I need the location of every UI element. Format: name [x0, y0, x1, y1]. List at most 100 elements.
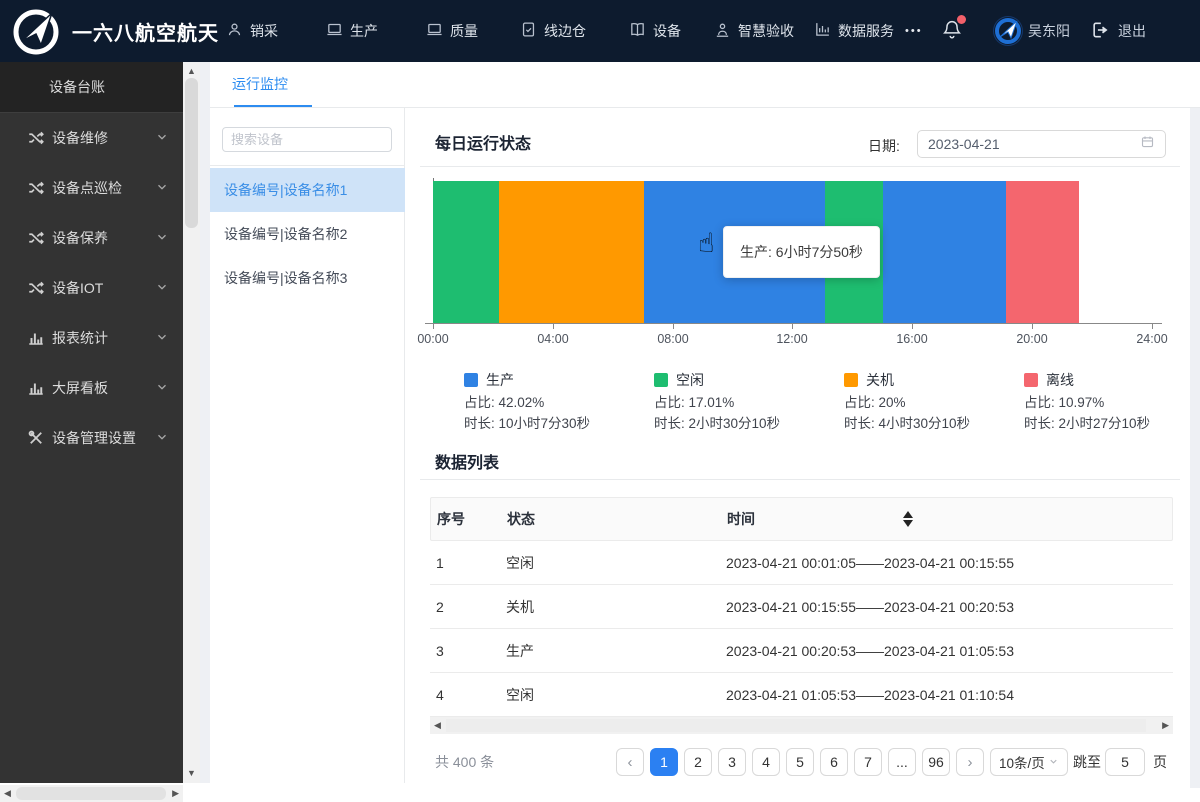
column-header-no: 序号	[437, 511, 465, 527]
scroll-right-arrow-icon[interactable]: ▶	[172, 789, 179, 798]
app-window: 一六八航空航天 销采 生产 质量 线边仓 设备 智慧验收 数据服务 ••• 吴东…	[0, 0, 1200, 802]
chevron-down-icon	[155, 230, 169, 247]
pagination-total: 共 400 条	[435, 754, 495, 770]
horizontal-scrollbar-thumb[interactable]	[16, 787, 166, 800]
avatar[interactable]	[993, 16, 1023, 46]
prev-page-button[interactable]: ‹	[616, 748, 644, 776]
sort-icon[interactable]	[903, 511, 913, 527]
page-button-5[interactable]: 5	[786, 748, 814, 776]
sidebar-horizontal-scrollbar[interactable]: ◀ ▶	[0, 785, 183, 802]
device-list-item-2[interactable]: 设备编号|设备名称2	[210, 212, 405, 256]
axis-tick-label: 20:00	[1016, 332, 1048, 346]
device-list-item-1[interactable]: 设备编号|设备名称1	[210, 168, 405, 212]
laptop-icon	[426, 21, 443, 41]
chart-tooltip: 生产: 6小时7分50秒	[723, 226, 880, 278]
main-panel: 每日运行状态 日期: 2023-04-21 00:00 04:00 08:00 …	[405, 108, 1190, 802]
shuffle-icon	[27, 229, 45, 247]
bar-chart-icon	[814, 21, 831, 41]
nav-item-line-warehouse[interactable]: 线边仓	[520, 0, 586, 62]
page-button-6[interactable]: 6	[820, 748, 848, 776]
axis-tick-label: 00:00	[417, 332, 449, 346]
nav-item-sales[interactable]: 销采	[226, 0, 278, 62]
legend-offline: 离线 占比: 10.97% 时长: 2小时27分10秒	[1024, 370, 1200, 432]
shuffle-icon	[27, 279, 45, 297]
divider	[420, 166, 1180, 167]
scroll-up-arrow-icon[interactable]: ▲	[187, 67, 196, 76]
nav-item-production[interactable]: 生产	[326, 0, 378, 62]
pagination: ‹ 1 2 3 4 5 6 7 ... 96 ›	[616, 748, 984, 776]
calendar-icon	[1140, 134, 1155, 154]
status-segment-生产[interactable]	[883, 181, 1007, 323]
table-row[interactable]: 2 关机 2023-04-21 00:15:55——2023-04-21 00:…	[430, 585, 1173, 629]
brand-logo-icon	[10, 5, 62, 57]
status-segment-关机[interactable]	[499, 181, 645, 323]
next-page-button[interactable]: ›	[956, 748, 984, 776]
nav-item-smart-acceptance[interactable]: 智慧验收	[714, 0, 794, 62]
axis-tick-label: 16:00	[896, 332, 928, 346]
table-horizontal-scrollbar[interactable]: ◀ ▶	[430, 717, 1173, 734]
chart-icon	[27, 329, 45, 347]
scroll-left-arrow-icon[interactable]: ◀	[434, 721, 441, 730]
legend-production: 生产 占比: 42.02% 时长: 10小时7分30秒	[464, 370, 649, 432]
tab-operation-monitor[interactable]: 运行监控	[232, 62, 312, 107]
axis-tick-label: 04:00	[537, 332, 569, 346]
sidebar-item-maintenance[interactable]: 设备维修	[0, 113, 183, 163]
page-button-96[interactable]: 96	[922, 748, 950, 776]
sidebar-vertical-scrollbar[interactable]: ▲ ▼	[183, 62, 200, 783]
sidebar-item-upkeep[interactable]: 设备保养	[0, 213, 183, 263]
jump-page-input[interactable]	[1105, 748, 1145, 776]
legend-color-swatch	[1024, 373, 1038, 387]
scroll-right-arrow-icon[interactable]: ▶	[1162, 721, 1169, 730]
sidebar-item-report-statistics[interactable]: 报表统计	[0, 313, 183, 363]
device-list-item-3[interactable]: 设备编号|设备名称3	[210, 256, 405, 300]
active-tab-underline	[234, 105, 312, 107]
legend-ratio: 占比: 17.01%	[654, 395, 735, 410]
axis-tick-label: 12:00	[776, 332, 808, 346]
data-table: 序号 状态 时间 1 空闲 2023-04-21 00:01:05——2023-…	[430, 497, 1173, 717]
scroll-left-arrow-icon[interactable]: ◀	[4, 789, 11, 798]
nav-item-data-service[interactable]: 数据服务	[814, 0, 894, 62]
search-input[interactable]	[222, 127, 392, 152]
page-button-7[interactable]: 7	[854, 748, 882, 776]
page-right-margin	[1190, 108, 1200, 788]
device-list: 设备编号|设备名称1 设备编号|设备名称2 设备编号|设备名称3	[210, 168, 405, 300]
chart-icon	[27, 379, 45, 397]
sidebar-item-iot[interactable]: 设备IOT	[0, 263, 183, 313]
nav-item-quality[interactable]: 质量	[426, 0, 478, 62]
scroll-down-arrow-icon[interactable]: ▼	[187, 769, 196, 778]
status-segment-空闲[interactable]	[433, 181, 500, 323]
sidebar-item-management-settings[interactable]: 设备管理设置	[0, 413, 183, 463]
page-size-select[interactable]: 10条/页	[990, 748, 1068, 776]
legend-duration: 时长: 10小时7分30秒	[464, 416, 591, 431]
logout-button[interactable]: 退出	[1090, 0, 1146, 62]
table-row[interactable]: 3 生产 2023-04-21 00:20:53——2023-04-21 01:…	[430, 629, 1173, 673]
table-row[interactable]: 4 空闲 2023-04-21 01:05:53——2023-04-21 01:…	[430, 673, 1173, 717]
sidebar-header-equipment-ledger[interactable]: 设备台账	[0, 62, 183, 113]
page-ellipsis[interactable]: ...	[888, 748, 916, 776]
status-segment-离线[interactable]	[1006, 181, 1080, 323]
legend-ratio: 占比: 42.02%	[464, 395, 545, 410]
book-icon	[629, 21, 646, 41]
date-picker-input[interactable]: 2023-04-21	[917, 130, 1166, 158]
date-label: 日期:	[868, 138, 900, 154]
legend-ratio: 占比: 20%	[844, 395, 906, 410]
page-button-2[interactable]: 2	[684, 748, 712, 776]
table-row[interactable]: 1 空闲 2023-04-21 00:01:05——2023-04-21 00:…	[430, 541, 1173, 585]
legend-duration: 时长: 2小时27分10秒	[1024, 416, 1151, 431]
table-scrollbar-thumb[interactable]	[446, 719, 1146, 732]
legend-duration: 时长: 4小时30分10秒	[844, 416, 971, 431]
page-button-4[interactable]: 4	[752, 748, 780, 776]
more-menu-button[interactable]: •••	[905, 0, 923, 62]
page-button-1[interactable]: 1	[650, 748, 678, 776]
nav-item-equipment[interactable]: 设备	[629, 0, 681, 62]
column-header-status: 状态	[507, 511, 535, 527]
notification-bell-icon[interactable]	[941, 15, 967, 45]
tools-icon	[27, 429, 45, 447]
sidebar-item-dashboard[interactable]: 大屏看板	[0, 363, 183, 413]
username[interactable]: 吴东阳	[1028, 0, 1070, 62]
page-button-3[interactable]: 3	[718, 748, 746, 776]
chevron-down-icon	[1048, 755, 1059, 770]
sidebar-item-spot-inspection[interactable]: 设备点巡检	[0, 163, 183, 213]
vertical-scrollbar-thumb[interactable]	[185, 78, 198, 228]
legend-color-swatch	[844, 373, 858, 387]
